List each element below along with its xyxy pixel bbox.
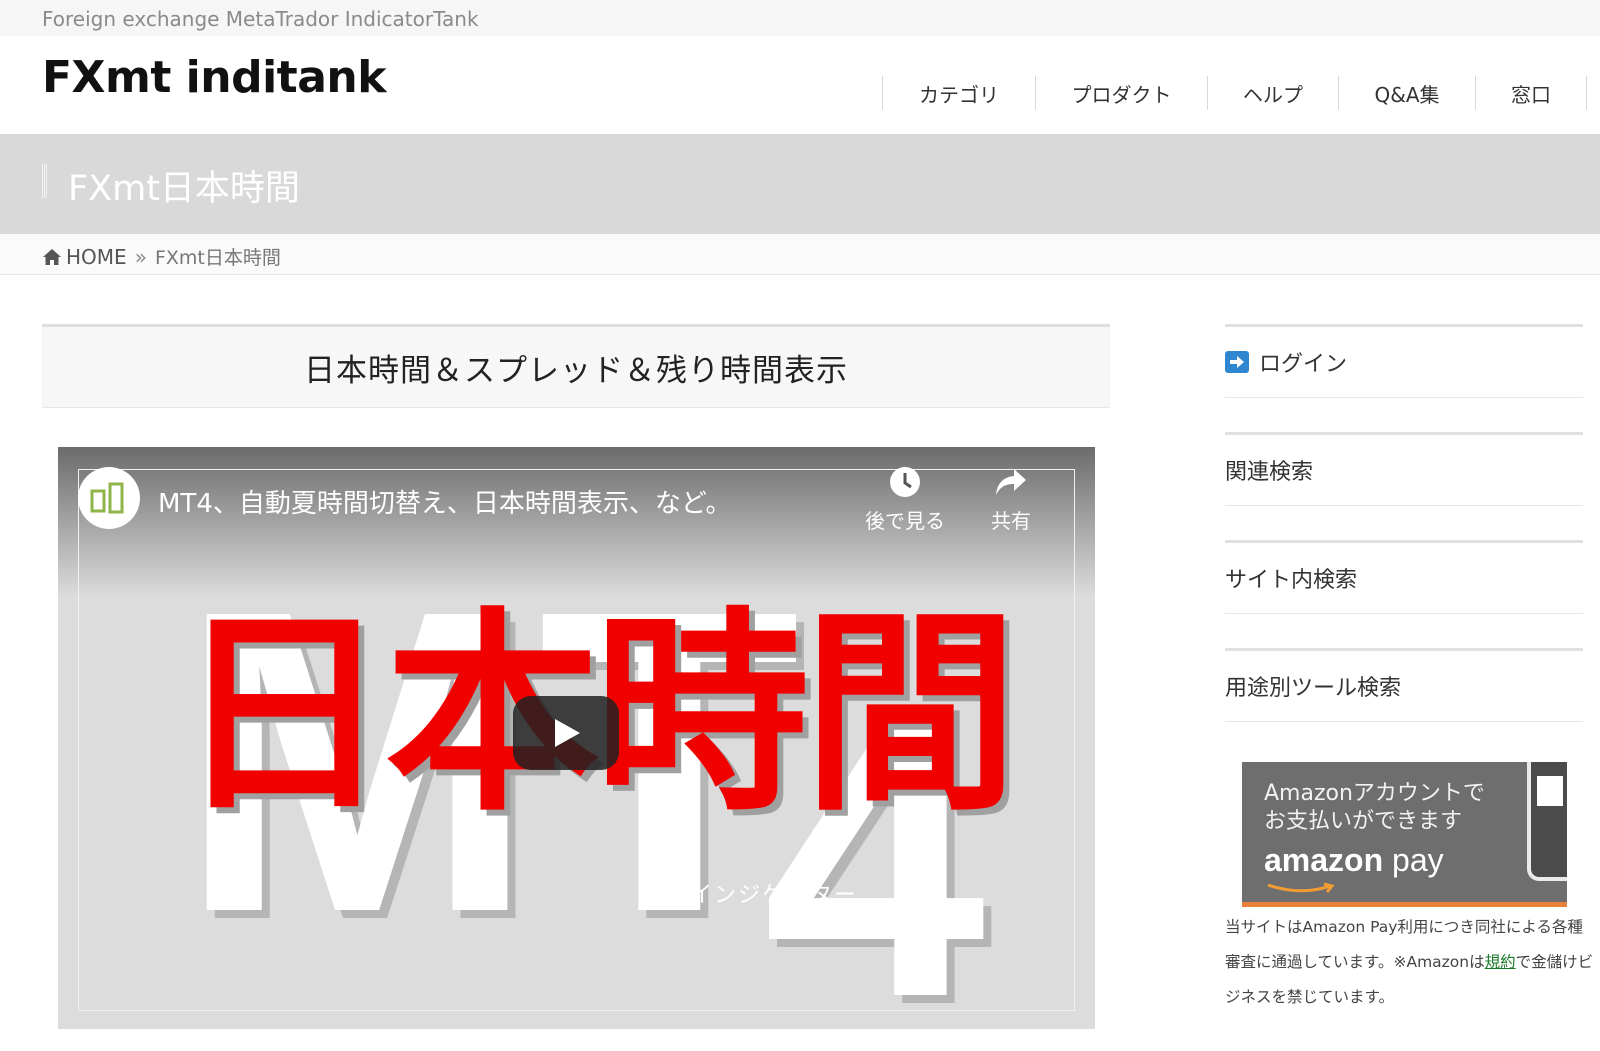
amazon-pay-banner[interactable]: Amazonアカウントで お支払いができます amazon pay [1242,762,1567,907]
amazon-pay-copy: Amazonアカウントで お支払いができます [1264,780,1485,836]
main-nav: カテゴリ プロダクト ヘルプ Q&A集 窓口 [882,76,1587,110]
play-icon [555,719,580,747]
play-button[interactable] [513,696,619,770]
sidebar-login[interactable]: ログイン [1225,324,1583,398]
amazon-pay-logo: amazon pay [1264,842,1444,879]
sidebar-tool-search-label: 用途別ツール検索 [1225,676,1402,701]
nav-item-2[interactable]: ヘルプ [1207,76,1338,110]
amazon-pay-logo-bold: amazon [1264,842,1384,878]
post-title-box: 日本時間＆スプレッド＆残り時間表示 [42,324,1110,408]
amazon-pay-copy-line1: Amazonアカウントで [1264,781,1485,806]
channel-avatar[interactable] [78,467,140,529]
share-arrow-icon [996,469,1026,495]
top-bar: Foreign exchange MetaTrador IndicatorTan… [0,0,1600,36]
sidebar-related-search-label: 関連検索 [1225,460,1314,485]
terms-link[interactable]: 規約 [1485,953,1516,971]
watch-later-button[interactable]: 後で見る [855,465,955,534]
sidebar-related-search[interactable]: 関連検索 [1225,432,1583,506]
watch-later-label: 後で見る [865,509,945,533]
amazon-pay-accent-bar [1242,902,1567,907]
sidebar: ログイン 関連検索 サイト内検索 用途別ツール検索 [1225,324,1583,756]
amazon-pay-logo-light: pay [1383,842,1444,878]
page-title: FXmt日本時間 [68,169,300,209]
video-player[interactable]: M T 4 日本時間 インジケーター MT4、自動夏時間切替え、日本時間表示、な… [58,447,1095,1029]
tshirt-icon [1537,776,1563,806]
breadcrumb-current: FXmt日本時間 [154,247,281,269]
page-banner: FXmt日本時間 [0,134,1600,234]
breadcrumb: HOME » FXmt日本時間 [0,234,1600,275]
channel-logo-icon [90,482,124,514]
nav-item-3[interactable]: Q&A集 [1338,76,1475,110]
arrow-right-icon [1225,351,1249,373]
video-title[interactable]: MT4、自動夏時間切替え、日本時間表示、など。 [158,483,732,520]
nav-item-1[interactable]: プロダクト [1035,76,1207,110]
site-logo[interactable]: FXmt inditank [42,52,386,103]
site-header: FXmt inditank カテゴリ プロダクト ヘルプ Q&A集 窓口 [0,36,1600,134]
nav-item-4[interactable]: 窓口 [1475,76,1587,110]
amazon-smile-icon [1267,882,1335,893]
home-icon [43,248,61,265]
clock-icon [890,467,920,497]
amazon-pay-note: 当サイトはAmazon Pay利用につき同社による各種審査に通過しています。※A… [1225,910,1595,1015]
post-title: 日本時間＆スプレッド＆残り時間表示 [304,352,848,389]
thumbnail-subtitle: インジケーター [690,883,859,908]
sidebar-tool-search[interactable]: 用途別ツール検索 [1225,648,1583,722]
banner-accent-bar [42,164,47,198]
site-tagline: Foreign exchange MetaTrador IndicatorTan… [42,7,479,31]
breadcrumb-home-link[interactable]: HOME [66,245,127,269]
share-label: 共有 [991,509,1031,533]
sidebar-login-label: ログイン [1259,352,1348,377]
sidebar-site-search[interactable]: サイト内検索 [1225,540,1583,614]
nav-item-0[interactable]: カテゴリ [882,76,1035,110]
sidebar-site-search-label: サイト内検索 [1225,568,1358,593]
share-button[interactable]: 共有 [961,465,1061,534]
breadcrumb-separator: » [134,244,147,269]
amazon-pay-copy-line2: お支払いができます [1264,809,1463,834]
